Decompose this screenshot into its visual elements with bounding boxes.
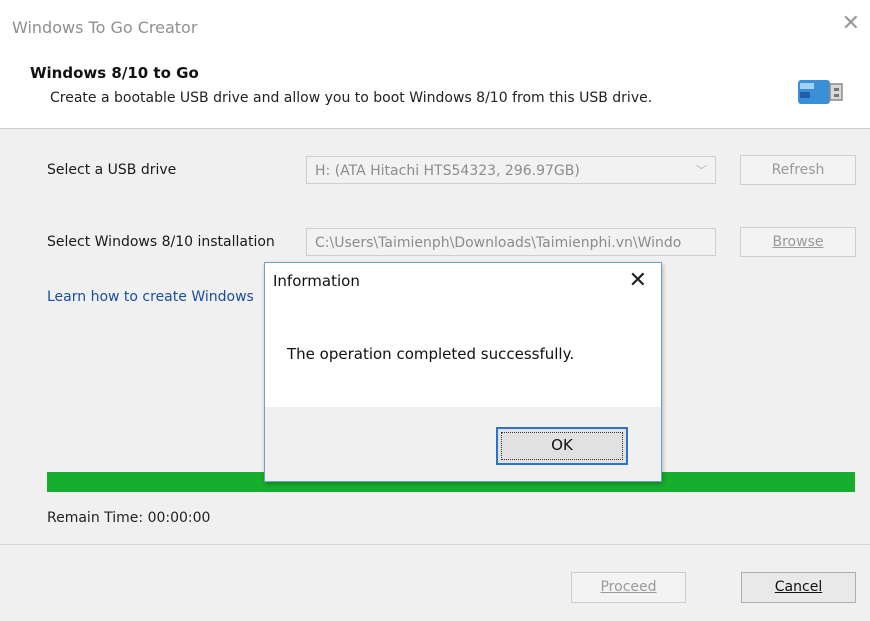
cancel-button[interactable]: Cancel <box>741 572 856 603</box>
header-title: Windows 8/10 to Go <box>30 64 199 82</box>
installation-path-value: C:\Users\Taimienph\Downloads\Taimienphi.… <box>315 235 682 251</box>
information-dialog: Information ✕ The operation completed su… <box>264 262 662 482</box>
proceed-button[interactable]: Proceed <box>571 572 686 603</box>
remain-time-label: Remain Time: 00:00:00 <box>47 510 211 526</box>
chevron-down-icon: ﹀ <box>696 164 707 177</box>
usb-drive-label: Select a USB drive <box>47 162 177 178</box>
browse-button-label: Browse <box>772 234 824 250</box>
refresh-button[interactable]: Refresh <box>740 155 856 185</box>
header-band: Windows 8/10 to Go Create a bootable USB… <box>0 58 870 129</box>
dialog-message: The operation completed successfully. <box>287 345 575 363</box>
dialog-title: Information <box>273 272 360 290</box>
browse-button[interactable]: Browse <box>740 227 856 257</box>
window-close-icon[interactable]: ✕ <box>842 13 860 35</box>
ok-button[interactable]: OK <box>496 427 628 465</box>
usb-drive-icon <box>798 80 843 104</box>
usb-drive-value: H: (ATA Hitachi HTS54323, 296.97GB) <box>315 163 580 179</box>
dialog-close-icon[interactable]: ✕ <box>629 268 647 293</box>
bottom-divider <box>0 544 870 545</box>
window-titlebar: Windows To Go Creator ✕ <box>0 0 870 58</box>
header-subtitle: Create a bootable USB drive and allow yo… <box>50 90 653 106</box>
cancel-button-label: Cancel <box>774 579 823 595</box>
installation-label: Select Windows 8/10 installation <box>47 234 275 250</box>
usb-drive-select[interactable]: H: (ATA Hitachi HTS54323, 296.97GB) ﹀ <box>306 156 716 184</box>
ok-focus-ring <box>501 432 623 460</box>
learn-how-link[interactable]: Learn how to create Windows <box>47 289 254 305</box>
proceed-button-label: Proceed <box>600 579 657 595</box>
window-title: Windows To Go Creator <box>12 18 198 37</box>
installation-path-field[interactable]: C:\Users\Taimienph\Downloads\Taimienphi.… <box>306 228 716 256</box>
